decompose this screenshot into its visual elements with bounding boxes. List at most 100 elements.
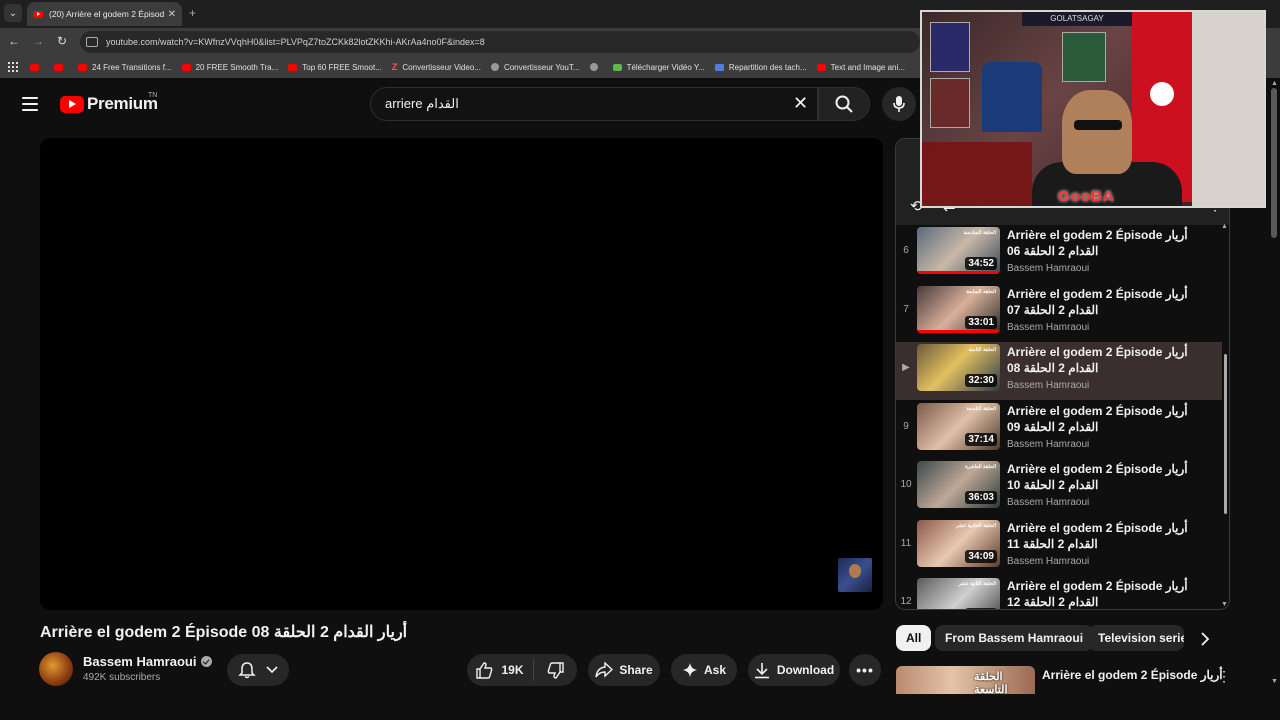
subscription-bell-button[interactable] [227, 654, 289, 686]
bookmark-item[interactable]: Text and Image ani... [816, 63, 905, 72]
video-player[interactable] [40, 138, 883, 610]
video-duration: 34:09 [965, 549, 997, 563]
playlist-item-title: Arrière el godem 2 Épisode أريار القدام … [1007, 286, 1188, 317]
like-button[interactable]: 19K [467, 659, 534, 681]
bookmark-label: 20 FREE Smooth Tra... [195, 62, 279, 72]
ask-button[interactable]: Ask [671, 654, 737, 686]
doc-icon [714, 63, 724, 71]
thumbnail-label: الحلقة الثامنة [968, 347, 996, 353]
playlist-item-channel: Bassem Hamraoui [1007, 321, 1090, 333]
sunglasses-icon [1074, 120, 1122, 130]
share-label: Share [619, 663, 653, 677]
bookmark-item[interactable]: 24 Free Transitions f... [78, 63, 172, 72]
download-label: Download [776, 663, 835, 677]
youtube-icon [54, 63, 63, 71]
recommended-thumbnail[interactable]: الحلقة التاسعة [896, 666, 1035, 694]
youtube-icon [78, 63, 87, 71]
bookmark-item[interactable]: 20 FREE Smooth Tra... [181, 62, 279, 72]
channel-name[interactable]: Bassem Hamraoui [83, 654, 213, 669]
bookmark-label: 24 Free Transitions f... [92, 62, 172, 72]
bookmark-item[interactable]: Convertisseur YouT... [490, 62, 580, 72]
clear-search-icon[interactable]: ✕ [793, 94, 808, 112]
url-field[interactable]: youtube.com/watch?v=KWfnzVVqhH0&list=PLV… [80, 31, 920, 53]
bookmark-item[interactable] [54, 63, 68, 71]
playlist-item[interactable]: 10 الحلقة العاشرة 36:03 Arrière el godem 2 … [896, 459, 1222, 517]
download-button[interactable]: Download [748, 654, 840, 686]
playlist-item-title: Arrière el godem 2 Épisode أريار القدام … [1007, 345, 1188, 375]
chip-2[interactable]: Television series [1088, 625, 1184, 651]
page-scrollbar[interactable] [1271, 88, 1277, 238]
playlist-item[interactable]: 11 الحلقة الحادية عشر 34:09 Arrière el gode… [896, 518, 1222, 576]
bookmark-item[interactable]: Z Convertisseur Video... [392, 62, 481, 72]
video-duration: 36:03 [965, 491, 997, 504]
search-value: arriere القدام [385, 96, 459, 111]
playlist-index: 10 [900, 479, 912, 490]
close-tab-icon[interactable]: ✕ [168, 9, 176, 20]
playlist-item-channel: Bassem Hamraoui [1007, 555, 1090, 567]
thumbs-down-icon [547, 661, 564, 679]
webcam-overlay: GOLATSAGAY GooBA [920, 10, 1266, 208]
watch-progress-bar [917, 329, 1000, 333]
forward-icon[interactable]: → [30, 34, 46, 48]
bookmark-label: Convertisseur YouT... [503, 62, 580, 72]
thumbnail-label: الحلقة الحادية عشر [956, 522, 996, 529]
share-icon [595, 662, 614, 678]
playlist-item[interactable]: 7 الحلقة السابعة 33:01 Arrière el godem 2 É… [896, 284, 1222, 342]
scroll-up-icon[interactable]: ▲ [1221, 223, 1228, 230]
webcam-banner: GOLATSAGAY [1022, 12, 1132, 26]
chip-1[interactable]: From Bassem Hamraoui [935, 625, 1094, 651]
youtube-icon [30, 63, 39, 71]
site-info-icon[interactable] [86, 37, 98, 47]
dislike-button[interactable] [534, 661, 577, 679]
tab-list-button[interactable]: ⌄ [4, 4, 22, 22]
bookmark-item[interactable]: Repartition des tach... [714, 62, 807, 72]
playlist-item-title: Arrière el godem 2 Épisode أريار القدام … [1007, 520, 1188, 551]
reload-icon[interactable]: ↻ [54, 34, 70, 48]
bookmark-label: Top 60 FREE Smoot... [302, 62, 382, 72]
bookmark-label: Repartition des tach... [728, 62, 807, 72]
search-button[interactable] [818, 87, 870, 121]
search-input[interactable]: arriere القدام [370, 87, 818, 121]
channel-avatar[interactable] [39, 652, 73, 686]
bookmark-item[interactable] [589, 63, 603, 71]
playlist-item-current[interactable]: ▶ الحلقة الثامنة 32:30 Arrière el godem 2 É… [896, 342, 1222, 400]
bookmark-item[interactable]: Top 60 FREE Smoot... [288, 63, 382, 72]
bookmark-item[interactable]: Télécharger Vidéo Y... [612, 62, 705, 72]
bookmark-label: Télécharger Vidéo Y... [626, 62, 705, 72]
playlist-item-channel: Bassem Hamraoui [1007, 497, 1090, 508]
apps-grid-icon[interactable] [8, 62, 18, 72]
playlist-item-title: Arrière el godem 2 Épisode أريار القدام … [1007, 228, 1188, 258]
more-actions-button[interactable]: ••• [849, 654, 881, 686]
page-scroll-down-icon[interactable]: ▼ [1271, 678, 1278, 685]
voice-search-button[interactable] [882, 87, 916, 121]
thumbnail-label: الحلقة السادسة [963, 230, 996, 236]
playlist-panel: ⟲ ⇄ ⋮ 6الحلقة السادسة34:52Arrière el god… [895, 138, 1230, 610]
playlist-thumbnail: الحلقة الحادية عشر 34:09 [917, 519, 1000, 567]
playlist-item[interactable]: 12 الحلقة الثانية عشر 35:20 Arrière el gode… [896, 576, 1222, 609]
playlist-item[interactable]: 6 الحلقة السادسة 34:52 Arrière el godem 2 É… [896, 225, 1222, 283]
browser-tab[interactable]: (20) Arrière el godem 2 Épisode ✕ [27, 2, 182, 26]
like-count: 19K [501, 663, 524, 677]
menu-icon[interactable] [22, 97, 38, 111]
share-button[interactable]: Share [588, 654, 660, 686]
youtube-premium-logo[interactable]: Premium [60, 94, 158, 114]
country-code: TN [148, 92, 158, 99]
video-duration: 35:20 [965, 608, 997, 609]
youtube-favicon-icon [33, 10, 43, 18]
subscriber-count: 492K subscribers [83, 672, 161, 683]
chevron-down-icon [266, 666, 278, 674]
chip-0[interactable]: All [896, 625, 932, 651]
chevron-right-icon[interactable] [1200, 632, 1210, 649]
ask-label: Ask [703, 663, 726, 677]
playlist-scrollbar[interactable] [1224, 354, 1227, 514]
playlist-item[interactable]: 9 الحلقة التاسعة 37:14 Arrière el godem 2 É… [896, 401, 1222, 459]
page-scroll-up-icon[interactable]: ▲ [1271, 80, 1278, 87]
recommended-title[interactable]: Arrière el godem 2 Épisode أريار [1042, 668, 1223, 682]
bookmark-item[interactable] [30, 63, 44, 71]
player-corner-thumbnail[interactable] [838, 558, 872, 592]
back-icon[interactable]: ← [6, 34, 22, 48]
playlist-thumbnail: الحلقة العاشرة 36:03 [917, 461, 1000, 508]
new-tab-icon[interactable]: + [189, 6, 196, 20]
scroll-down-icon[interactable]: ▼ [1221, 601, 1228, 608]
recommended-more-icon[interactable]: ⋮ [1217, 668, 1231, 685]
